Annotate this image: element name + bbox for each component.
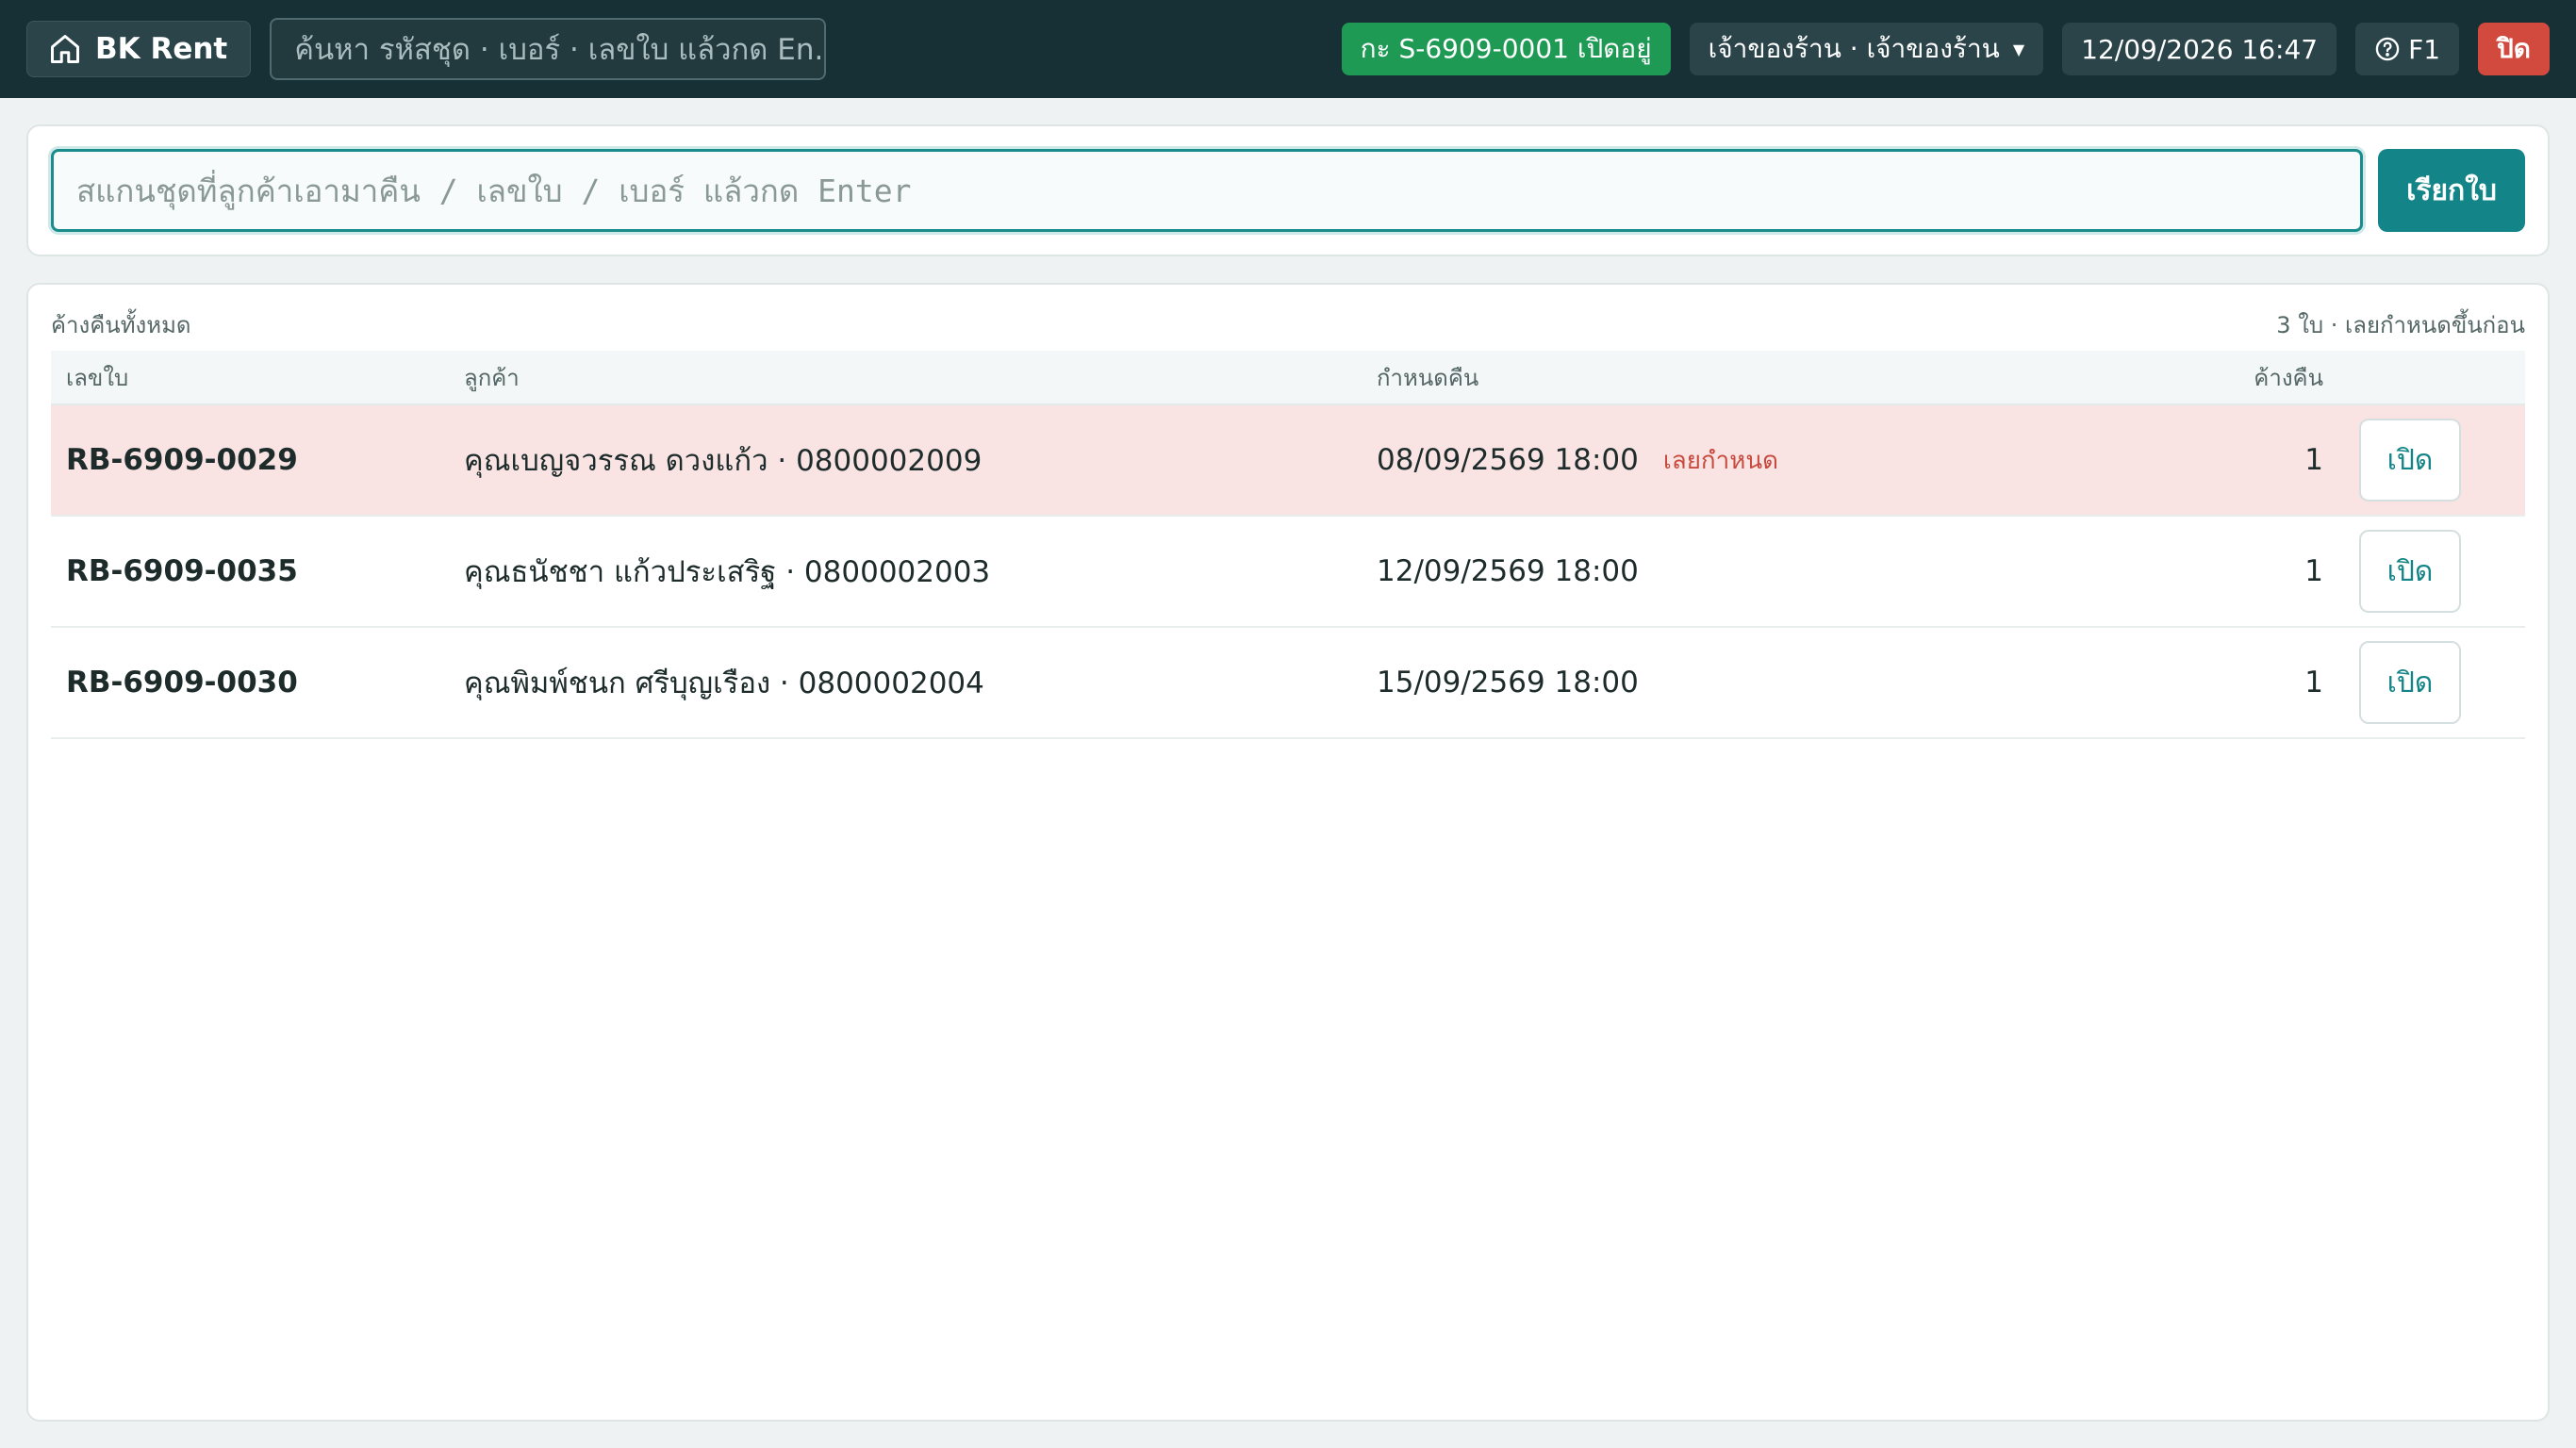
shift-status-badge[interactable]: กะ S-6909-0001 เปิดอยู่ (1341, 23, 1671, 75)
help-shortcut-label: F1 (2408, 33, 2441, 65)
receipt-number: RB-6909-0030 (66, 666, 298, 699)
top-bar: BK Rent ค้นหา รหัสชุด · เบอร์ · เลขใบ แล… (0, 0, 2576, 98)
due-datetime: 15/09/2569 18:00 (1377, 666, 1639, 699)
fetch-receipt-button[interactable]: เรียกใบ (2378, 149, 2525, 232)
customer-info: คุณธนัชชา แก้วประเสริฐ · 0800002003 (464, 555, 991, 589)
table-header: เลขใบ ลูกค้า กำหนดคืน ค้างคืน (51, 351, 2525, 405)
caret-down-icon: ▼ (2012, 40, 2025, 58)
due-datetime: 12/09/2569 18:00 (1377, 554, 1639, 588)
list-title: ค้างคืนทั้งหมด (51, 311, 191, 338)
fetch-receipt-label: เรียกใบ (2406, 173, 2497, 207)
column-header-due: กำหนดคืน (1377, 364, 1479, 391)
overdue-badge: เลยกำหนด (1662, 446, 1779, 475)
column-header-outstanding: ค้างคืน (2254, 364, 2323, 391)
table-row[interactable]: RB-6909-0029 คุณเบญจวรรณ ดวงแก้ว · 08000… (51, 405, 2525, 517)
action-cell: เปิด (2331, 641, 2525, 724)
open-receipt-button[interactable]: เปิด (2359, 419, 2461, 502)
due-datetime: 08/09/2569 18:00 (1377, 443, 1639, 477)
shift-status-text: กะ S-6909-0001 เปิดอยู่ (1360, 33, 1652, 64)
brand-name: BK Rent (95, 32, 228, 66)
receipt-number: RB-6909-0035 (66, 554, 298, 588)
return-scan-placeholder: สแกนชุดที่ลูกค้าเอามาคืน / เลขใบ / เบอร์… (76, 172, 912, 209)
datetime-display: 12/09/2026 16:47 (2062, 23, 2337, 75)
column-header-number: เลขใบ (66, 364, 129, 391)
table-row[interactable]: RB-6909-0035 คุณธนัชชา แก้วประเสริฐ · 08… (51, 517, 2525, 628)
user-name: เจ้าของร้าน · เจ้าของร้าน (1708, 33, 2000, 64)
help-circle-icon (2375, 37, 2400, 61)
action-cell: เปิด (2331, 419, 2525, 502)
due-cell: 15/09/2569 18:00 (1369, 666, 2180, 699)
due-cell: 12/09/2569 18:00 (1369, 554, 2180, 588)
list-summary: 3 ใบ · เลยกำหนดขึ้นก่อน (2276, 311, 2525, 338)
global-search-placeholder: ค้นหา รหัสชุด · เบอร์ · เลขใบ แล้วกด En.… (294, 33, 827, 67)
scan-panel: สแกนชุดที่ลูกค้าเอามาคืน / เลขใบ / เบอร์… (26, 124, 2550, 256)
datetime-text: 12/09/2026 16:47 (2081, 33, 2319, 65)
outstanding-count: 1 (2304, 666, 2323, 699)
return-scan-input[interactable]: สแกนชุดที่ลูกค้าเอามาคืน / เลขใบ / เบอร์… (51, 149, 2363, 232)
open-receipt-button[interactable]: เปิด (2359, 530, 2461, 613)
due-cell: 08/09/2569 18:00 เลยกำหนด (1369, 441, 2180, 480)
receipt-number: RB-6909-0029 (66, 443, 298, 477)
user-menu-button[interactable]: เจ้าของร้าน · เจ้าของร้าน ▼ (1689, 23, 2044, 75)
customer-info: คุณเบญจวรรณ ดวงแก้ว · 0800002009 (464, 444, 983, 478)
close-button-label: ปิด (2497, 33, 2531, 64)
action-cell: เปิด (2331, 530, 2525, 613)
outstanding-count: 1 (2304, 554, 2323, 588)
home-icon (51, 35, 79, 63)
outstanding-count: 1 (2304, 443, 2323, 477)
global-search-input[interactable]: ค้นหา รหัสชุด · เบอร์ · เลขใบ แล้วกด En.… (270, 18, 827, 80)
outstanding-returns-panel: ค้างคืนทั้งหมด 3 ใบ · เลยกำหนดขึ้นก่อน เ… (26, 283, 2550, 1422)
table-row[interactable]: RB-6909-0030 คุณพิมพ์ชนก ศรีบุญเรือง · 0… (51, 628, 2525, 739)
outstanding-table: เลขใบ ลูกค้า กำหนดคืน ค้างคืน RB-6909-00… (51, 351, 2525, 739)
help-button[interactable]: F1 (2355, 23, 2460, 75)
column-header-customer: ลูกค้า (464, 364, 520, 391)
brand-home-button[interactable]: BK Rent (26, 21, 252, 77)
customer-info: คุณพิมพ์ชนก ศรีบุญเรือง · 0800002004 (464, 666, 984, 700)
close-button[interactable]: ปิด (2478, 23, 2550, 75)
open-receipt-button[interactable]: เปิด (2359, 641, 2461, 724)
list-header: ค้างคืนทั้งหมด 3 ใบ · เลยกำหนดขึ้นก่อน (51, 307, 2525, 341)
